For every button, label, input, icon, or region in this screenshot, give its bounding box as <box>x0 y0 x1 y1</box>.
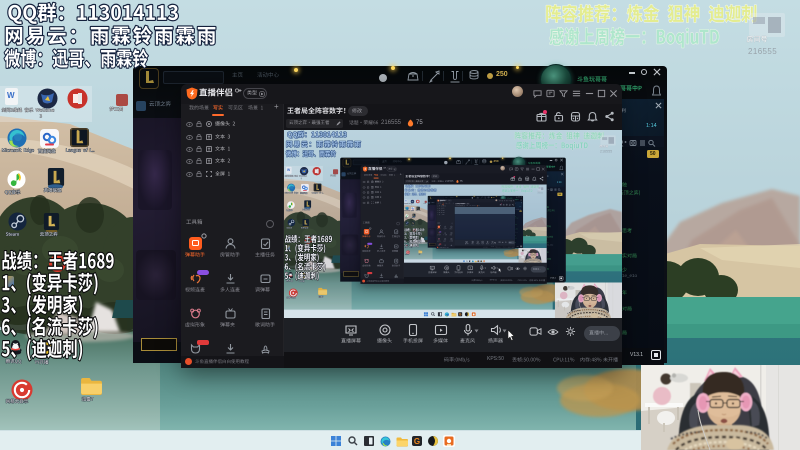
svg-text:G: G <box>414 437 420 446</box>
